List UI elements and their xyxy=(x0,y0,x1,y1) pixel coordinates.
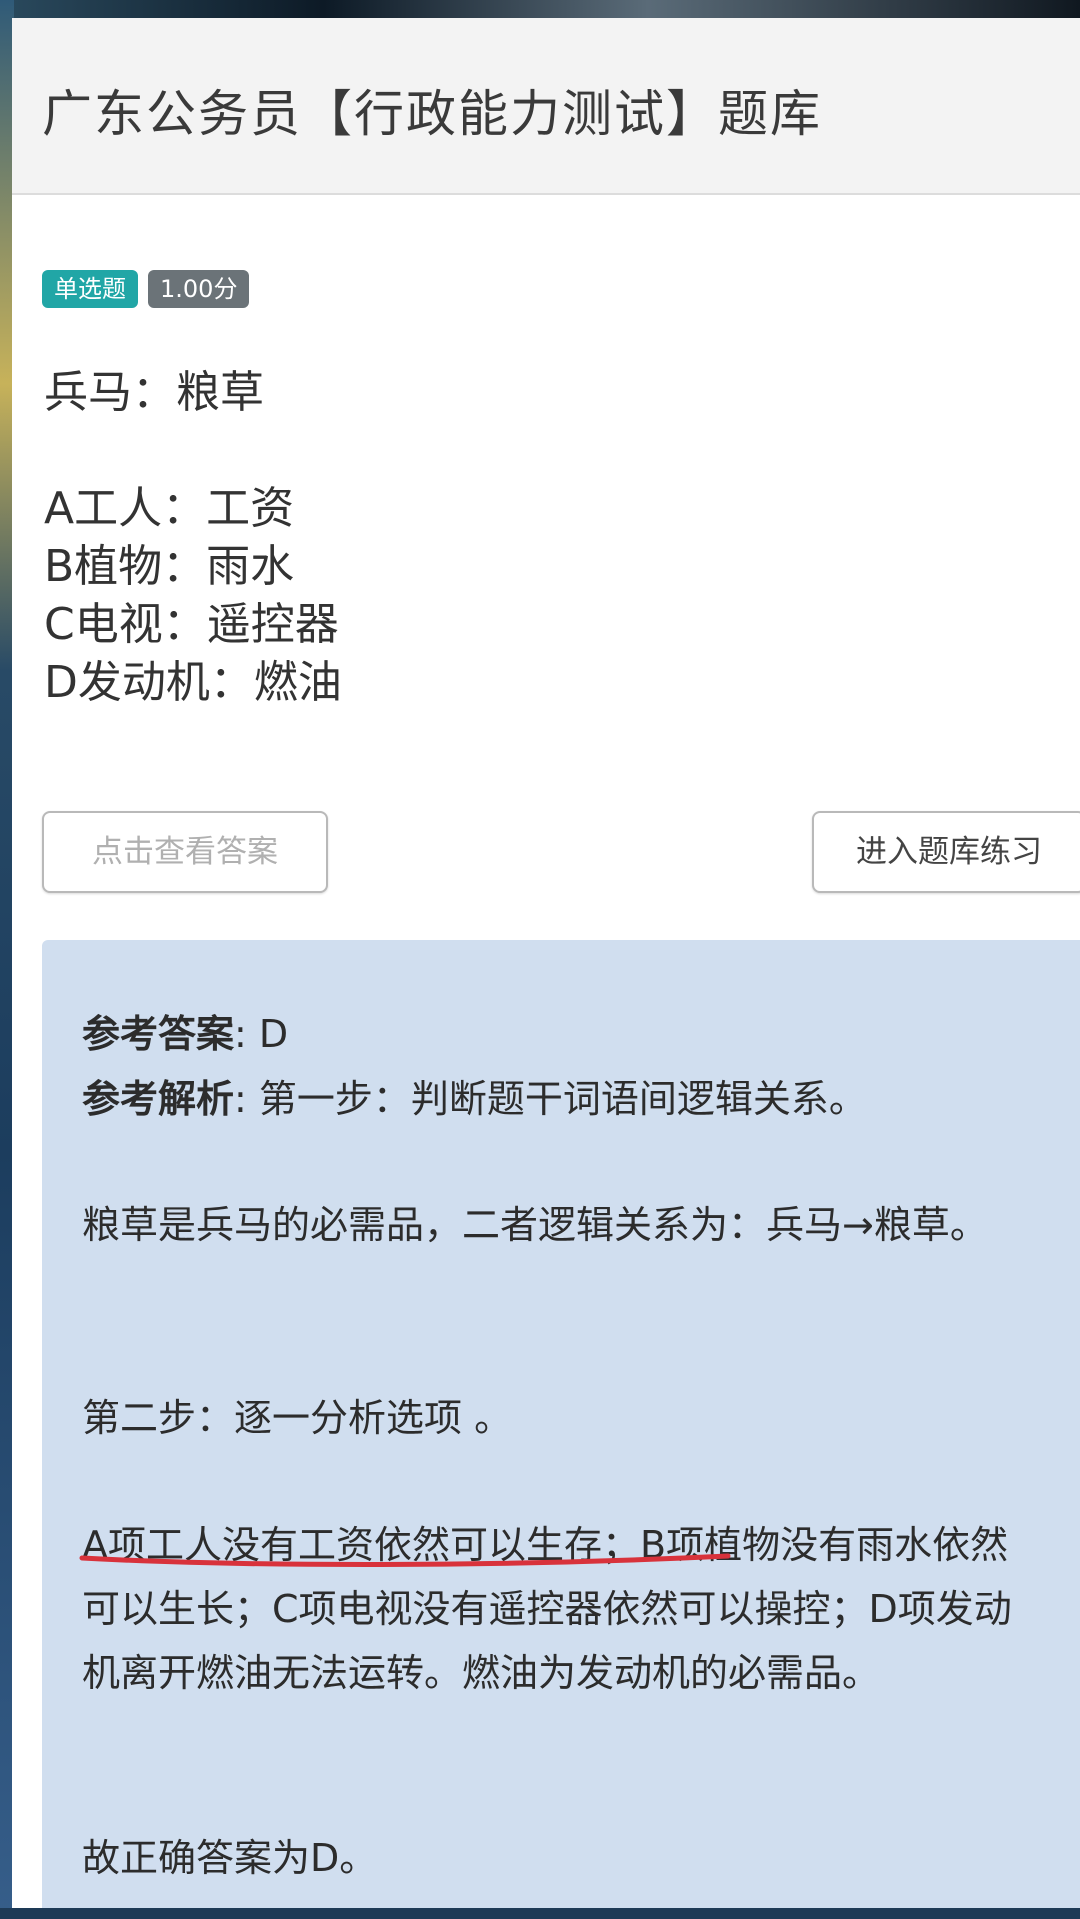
phone-screen: 广东公务员【行政能力测试】题库 单选题 1.00分 兵马：粮草 A工人：工资 B… xyxy=(12,18,1080,1910)
option-list: A工人：工资 B植物：雨水 C电视：遥控器 D发动机：燃油 xyxy=(44,480,342,712)
option-d[interactable]: D发动机：燃油 xyxy=(44,654,342,712)
score-badge: 1.00分 xyxy=(148,270,250,308)
option-c[interactable]: C电视：遥控器 xyxy=(44,596,342,654)
analysis-step-one: : 第一步：判断题干词语间逻辑关系。 xyxy=(234,1077,867,1121)
analysis-conclusion: 故正确答案为D。 xyxy=(82,1836,378,1880)
analysis-paragraph-3: A项工人没有工资依然可以生存；B项植物没有雨水依然可以生长；C项电视没有遥控器依… xyxy=(82,1523,1012,1695)
reference-answer-value: : D xyxy=(234,1012,289,1056)
photo-edge-bottom xyxy=(0,1908,1080,1919)
option-a[interactable]: A工人：工资 xyxy=(44,480,342,538)
analysis-paragraph-2: 第二步：逐一分析选项 。 xyxy=(82,1396,513,1440)
page-title: 广东公务员【行政能力测试】题库 xyxy=(42,85,822,143)
reference-analysis: 参考解析: 第一步：判断题干词语间逻辑关系。 xyxy=(82,1068,1042,1123)
question-type-badge: 单选题 xyxy=(42,270,138,308)
page-header: 广东公务员【行政能力测试】题库 xyxy=(12,18,1080,195)
reference-answer: 参考答案: D xyxy=(82,1003,1042,1058)
red-underline-annotation xyxy=(79,1553,731,1567)
reference-analysis-label: 参考解析 xyxy=(82,1077,235,1121)
enter-practice-button[interactable]: 进入题库练习 xyxy=(812,811,1080,893)
show-answer-button[interactable]: 点击查看答案 xyxy=(42,811,328,893)
reference-answer-label: 参考答案 xyxy=(82,1012,235,1056)
question-badges: 单选题 1.00分 xyxy=(42,270,250,308)
analysis-paragraph-1: 粮草是兵马的必需品，二者逻辑关系为：兵马→粮草。 xyxy=(82,1203,988,1247)
option-b[interactable]: B植物：雨水 xyxy=(44,538,342,596)
question-stem: 兵马：粮草 xyxy=(44,367,264,418)
